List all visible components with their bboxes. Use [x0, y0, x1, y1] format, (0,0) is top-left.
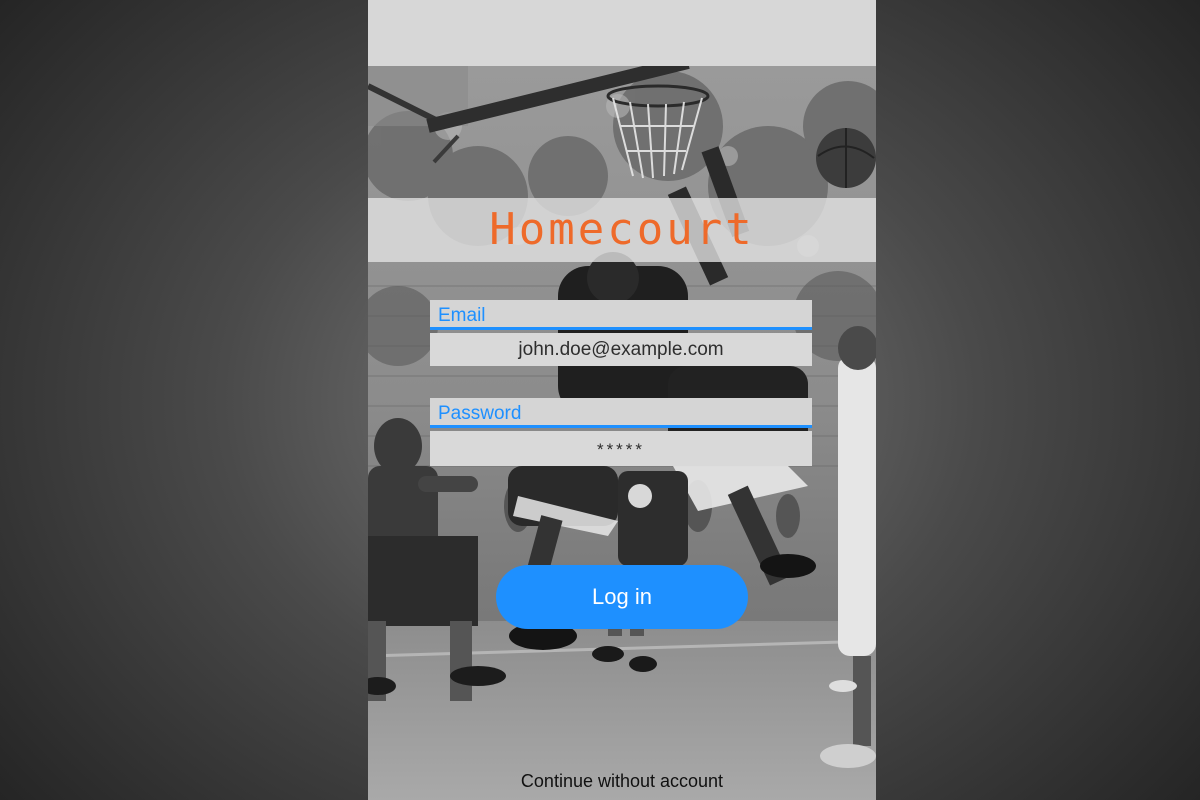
email-label: Email	[430, 300, 812, 330]
phone-screen: Homecourt Email Password Log in Continue…	[368, 0, 876, 800]
password-label: Password	[430, 398, 812, 428]
password-field[interactable]	[430, 431, 812, 466]
continue-without-account-link[interactable]: Continue without account	[368, 768, 876, 794]
status-bar	[368, 0, 876, 66]
app-title: Homecourt	[489, 204, 755, 255]
email-field[interactable]	[430, 333, 812, 366]
login-button[interactable]: Log in	[496, 565, 748, 629]
